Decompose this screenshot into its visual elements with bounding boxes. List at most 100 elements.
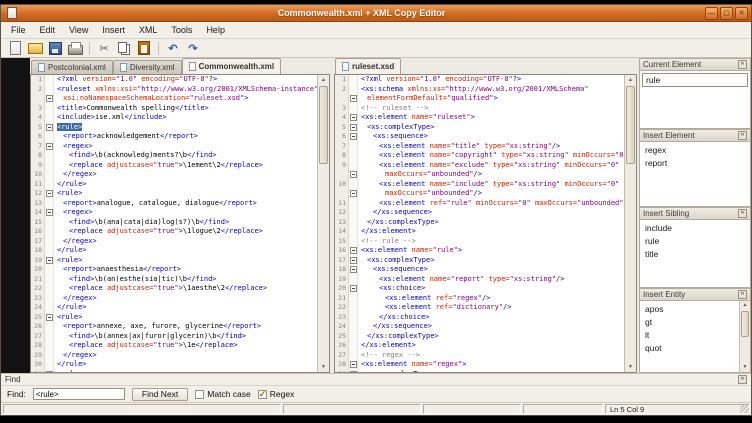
print-icon[interactable] [66, 40, 84, 56]
code-line[interactable]: 16<xs:element name="rule"> [335, 246, 624, 256]
list-item-rule[interactable]: rule [642, 235, 748, 248]
match-case-checkbox[interactable] [195, 390, 204, 399]
code-line[interactable]: 13</xs:complexType> [335, 218, 624, 228]
code-line[interactable]: 29</regex> [31, 351, 317, 361]
code-line[interactable]: 23</regex> [31, 294, 317, 304]
close-button[interactable] [735, 7, 748, 20]
code-line[interactable]: 6<report>acknowledgement</report> [31, 132, 317, 142]
fold-marker-icon[interactable] [350, 361, 357, 368]
menu-xml[interactable]: XML [132, 22, 165, 38]
list-item-regex[interactable]: regex [642, 144, 748, 157]
list-item-title[interactable]: title [642, 248, 748, 261]
code-line[interactable]: 9<xs:element name="exclude" type="xs:str… [335, 161, 624, 171]
scroll-up-icon[interactable]: ▲ [625, 75, 636, 85]
code-line[interactable]: 24</xs:sequence> [335, 322, 624, 332]
fold-marker-icon[interactable] [46, 95, 53, 102]
code-line[interactable]: 28<replace adjustcase="true">\1e</replac… [31, 341, 317, 351]
code-line[interactable]: 15<find>\b(ana|cata|dia)log(s?)\b</find> [31, 218, 317, 228]
find-input[interactable] [33, 388, 125, 400]
fold-marker-icon[interactable] [46, 124, 53, 131]
panel-close-icon[interactable]: ✕ [738, 290, 747, 299]
code-line[interactable]: 4<xs:element name="ruleset"> [335, 113, 624, 123]
code-line[interactable]: 8<find>\b(acknowledg)ments?\b</find> [31, 151, 317, 161]
fold-marker-icon[interactable] [350, 257, 357, 264]
code-line[interactable]: 4<include>ise.xml</include> [31, 113, 317, 123]
right-editor-scrollbar[interactable]: ▲ ▼ [624, 75, 636, 372]
code-line[interactable]: 26<report>annexe, axe, furore, glycerine… [31, 322, 317, 332]
right-editor[interactable]: 1<?xml version="1.0" encoding="UTF-8"?>2… [334, 74, 637, 373]
tab-postcolonial.xml[interactable]: Postcolonial.xml [31, 60, 113, 74]
code-line[interactable]: 1<?xml version="1.0" encoding="UTF-8"?> [31, 75, 317, 85]
panel-close-icon[interactable]: ✕ [738, 209, 747, 218]
fold-marker-icon[interactable] [350, 247, 357, 254]
scrollbar-thumb[interactable] [319, 86, 328, 164]
panel-close-icon[interactable]: ✕ [738, 60, 747, 69]
menu-edit[interactable]: Edit [33, 22, 63, 38]
fold-marker-icon[interactable] [350, 124, 357, 131]
fold-marker-icon[interactable] [350, 114, 357, 121]
save-icon[interactable] [46, 40, 64, 56]
code-line[interactable]: 14<regex> [31, 208, 317, 218]
scroll-down-icon[interactable]: ▼ [740, 363, 750, 372]
code-line[interactable]: 6<xs:sequence> [335, 132, 624, 142]
fold-marker-icon[interactable] [46, 371, 53, 373]
code-line[interactable]: 12<rule> [31, 189, 317, 199]
code-line[interactable]: 27<find>\b(annex|ax|furor|glycerin)\b</f… [31, 332, 317, 342]
panel-close-icon[interactable]: ✕ [738, 131, 747, 140]
scroll-down-icon[interactable]: ▼ [625, 362, 636, 372]
code-line[interactable]: 15<!-- rule --> [335, 237, 624, 247]
code-line[interactable]: 21<find>\b(an)esthe(sia|tic)\b</find> [31, 275, 317, 285]
code-line[interactable]: 18<xs:sequence> [335, 265, 624, 275]
fold-marker-icon[interactable] [46, 257, 53, 264]
code-line[interactable]: 20<xs:choice> [335, 284, 624, 294]
code-line[interactable]: 22<xs:element ref="dictionary"/> [335, 303, 624, 313]
code-line[interactable]: 7<xs:element name="title" type="xs:strin… [335, 142, 624, 152]
list-item-include[interactable]: include [642, 222, 748, 235]
scroll-down-icon[interactable]: ▼ [318, 362, 329, 372]
code-line[interactable]: 8<xs:element name="copyright" type="xs:s… [335, 151, 624, 161]
fold-marker-icon[interactable] [350, 371, 357, 373]
copy-icon[interactable] [115, 40, 133, 56]
menu-insert[interactable]: Insert [95, 22, 132, 38]
scrollbar-thumb[interactable] [626, 86, 635, 164]
code-line[interactable]: 14</xs:element> [335, 227, 624, 237]
code-line[interactable]: 5<rule> [31, 123, 317, 133]
list-item-report[interactable]: report [642, 157, 748, 170]
scroll-up-icon[interactable]: ▲ [318, 75, 329, 85]
fold-marker-icon[interactable] [350, 133, 357, 140]
fold-marker-icon[interactable] [350, 266, 357, 273]
code-line[interactable]: 31<rule> [31, 370, 317, 373]
code-line[interactable]: 19<rule> [31, 256, 317, 266]
list-item-quot[interactable]: quot [642, 342, 748, 355]
code-line[interactable]: 20<report>anaesthesia</report> [31, 265, 317, 275]
code-line[interactable]: 11</rule> [31, 180, 317, 190]
code-line[interactable]: 25<rule> [31, 313, 317, 323]
current-element-input[interactable]: rule [642, 73, 748, 87]
fold-marker-icon[interactable] [350, 171, 357, 178]
code-line[interactable]: 3<!-- ruleset --> [335, 104, 624, 114]
code-line[interactable]: maxOccurs="unbounded"/> [335, 170, 624, 180]
scroll-up-icon[interactable]: ▲ [740, 301, 750, 310]
open-icon[interactable] [26, 40, 44, 56]
code-line[interactable]: 24</rule> [31, 303, 317, 313]
code-line[interactable]: 10</regex> [31, 170, 317, 180]
paste-icon[interactable] [135, 40, 153, 56]
code-line[interactable]: 23</xs:choice> [335, 313, 624, 323]
code-line[interactable]: 30</rule> [31, 360, 317, 370]
redo-icon[interactable] [184, 40, 202, 56]
left-editor[interactable]: 1<?xml version="1.0" encoding="UTF-8"?> 2… [30, 74, 330, 373]
undo-icon[interactable] [164, 40, 182, 56]
code-line[interactable]: 22<replace adjustcase="true">\1aesthe\2<… [31, 284, 317, 294]
code-line[interactable]: 17</regex> [31, 237, 317, 247]
list-item-lt[interactable]: lt [642, 329, 748, 342]
code-line[interactable]: 25</xs:complexType> [335, 332, 624, 342]
list-item-apos[interactable]: apos [642, 303, 748, 316]
code-line[interactable]: xsi:noNamespaceSchemaLocation="ruleset.x… [31, 94, 317, 104]
fold-marker-icon[interactable] [46, 143, 53, 150]
code-line[interactable]: 26</xs:element> [335, 341, 624, 351]
menu-view[interactable]: View [62, 22, 95, 38]
code-line[interactable]: 13<report>analogue, catalogue, dialogue<… [31, 199, 317, 209]
code-line[interactable]: 12</xs:sequence> [335, 208, 624, 218]
code-line[interactable]: maxOccurs="unbounded"/> [335, 189, 624, 199]
scrollbar-thumb[interactable] [741, 311, 749, 337]
